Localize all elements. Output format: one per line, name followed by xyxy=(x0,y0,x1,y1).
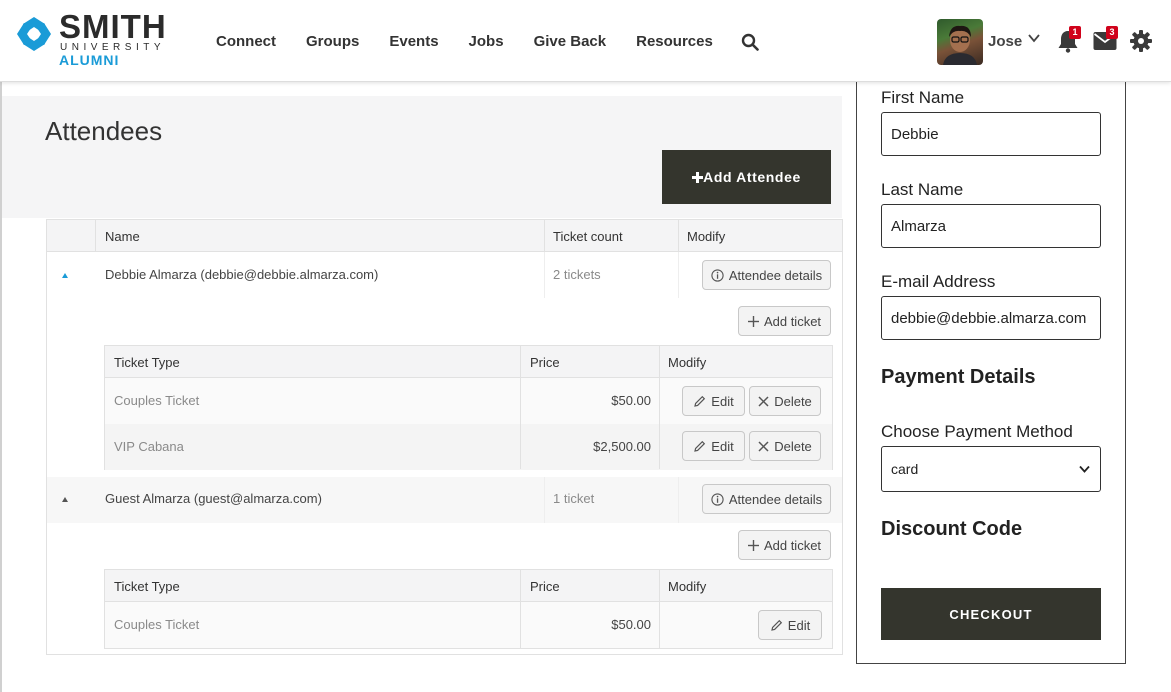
delete-label: Delete xyxy=(774,393,812,409)
pencil-icon xyxy=(694,440,706,452)
ticket-type: Couples Ticket xyxy=(114,393,200,408)
ticket-type: VIP Cabana xyxy=(114,439,184,454)
info-icon xyxy=(711,268,724,282)
chevron-down-icon xyxy=(1079,465,1090,473)
edit-ticket-button[interactable]: Edit xyxy=(682,386,745,416)
brand-alumni: ALUMNI xyxy=(59,52,120,68)
col-modify: Modify xyxy=(668,579,707,594)
gear-icon[interactable] xyxy=(1130,30,1152,52)
attendee-details-button[interactable]: Attendee details xyxy=(702,260,831,290)
site-header: SMITH UNIVERSITY ALUMNI Connect Groups E… xyxy=(0,0,1171,82)
attendee-details-label: Attendee details xyxy=(728,491,823,507)
attendees-table: Name Ticket count Modify Debbie Almarza … xyxy=(46,219,843,655)
edit-ticket-button[interactable]: Edit xyxy=(758,610,822,640)
tickets-table-header: Ticket Type Price Modify xyxy=(105,346,832,378)
add-attendee-label: Add Attendee xyxy=(703,169,801,185)
delete-label: Delete xyxy=(774,438,812,454)
ticket-price: $50.00 xyxy=(611,617,651,632)
nav-jobs[interactable]: Jobs xyxy=(469,33,504,50)
add-ticket-label: Add ticket xyxy=(763,313,822,329)
info-icon xyxy=(711,492,724,506)
tickets-table-header: Ticket Type Price Modify xyxy=(105,570,832,602)
email-field[interactable]: debbie@debbie.almarza.com xyxy=(881,296,1101,340)
col-modify: Modify xyxy=(687,229,726,244)
ticket-price: $50.00 xyxy=(611,393,651,408)
col-ticket-count: Ticket count xyxy=(553,229,623,244)
ticket-price: $2,500.00 xyxy=(593,439,651,454)
col-price: Price xyxy=(530,579,560,594)
edit-label: Edit xyxy=(711,393,734,409)
email-label: E-mail Address xyxy=(881,272,996,291)
add-ticket-button[interactable]: Add ticket xyxy=(738,306,831,336)
last-name-field[interactable]: Almarza xyxy=(881,204,1101,248)
ticket-count: 1 ticket xyxy=(553,491,595,506)
nav-resources[interactable]: Resources xyxy=(636,33,713,50)
ticket-row: Couples Ticket $50.00 xyxy=(105,602,832,648)
discount-code-heading: Discount Code xyxy=(881,518,1023,540)
first-name-field[interactable]: Debbie xyxy=(881,112,1101,156)
plus-icon xyxy=(692,171,704,183)
add-ticket-button[interactable]: Add ticket xyxy=(738,530,831,560)
nav-give-back[interactable]: Give Back xyxy=(534,33,607,50)
nav-groups[interactable]: Groups xyxy=(306,33,359,50)
payment-method-select[interactable]: card xyxy=(881,446,1101,492)
add-attendee-button[interactable]: Add Attendee xyxy=(662,150,831,204)
nav-connect[interactable]: Connect xyxy=(216,33,276,50)
collapse-toggle-icon[interactable] xyxy=(62,497,68,502)
edit-label: Edit xyxy=(787,617,811,633)
col-ticket-type: Ticket Type xyxy=(114,355,180,370)
ticket-count: 2 tickets xyxy=(553,267,601,282)
attendee-name: Debbie Almarza (debbie@debbie.almarza.co… xyxy=(105,267,379,282)
edit-ticket-button[interactable]: Edit xyxy=(682,431,745,461)
col-ticket-type: Ticket Type xyxy=(114,579,180,594)
avatar-face-icon xyxy=(943,25,977,65)
message-badge: 3 xyxy=(1106,26,1118,39)
main-nav: Connect Groups Events Jobs Give Back Res… xyxy=(216,33,743,50)
attendee-details-button[interactable]: Attendee details xyxy=(702,484,831,514)
checkout-button[interactable]: CHECKOUT xyxy=(881,588,1101,640)
delete-ticket-button[interactable]: Delete xyxy=(749,431,821,461)
ticket-type: Couples Ticket xyxy=(114,617,200,632)
col-price: Price xyxy=(530,355,560,370)
smith-logo-icon[interactable] xyxy=(15,15,53,53)
attendee-name: Guest Almarza (guest@almarza.com) xyxy=(105,491,322,506)
payment-method-label: Choose Payment Method xyxy=(881,422,1073,441)
add-ticket-label: Add ticket xyxy=(763,537,822,553)
pencil-icon xyxy=(694,395,706,407)
nav-events[interactable]: Events xyxy=(389,33,438,50)
edit-label: Edit xyxy=(711,438,734,454)
tickets-table: Ticket Type Price Modify Couples Ticket … xyxy=(104,569,833,649)
close-icon xyxy=(758,440,769,452)
attendees-table-header: Name Ticket count Modify xyxy=(47,220,842,252)
col-modify: Modify xyxy=(668,355,707,370)
first-name-label: First Name xyxy=(881,88,965,107)
plus-icon xyxy=(747,539,759,551)
notification-badge: 1 xyxy=(1069,26,1081,39)
chevron-down-icon[interactable] xyxy=(1027,32,1041,44)
attendees-title: Attendees xyxy=(45,116,163,146)
search-icon[interactable] xyxy=(741,33,759,51)
payment-method-value: card xyxy=(891,461,919,477)
attendee-details-label: Attendee details xyxy=(728,267,823,283)
close-icon xyxy=(758,395,769,407)
col-name: Name xyxy=(105,229,140,244)
collapse-toggle-icon[interactable] xyxy=(62,273,68,278)
pencil-icon xyxy=(770,619,782,631)
last-name-label: Last Name xyxy=(881,180,964,199)
brand-name: SMITH xyxy=(59,8,167,45)
plus-icon xyxy=(747,315,759,327)
payment-details-heading: Payment Details xyxy=(881,366,1036,388)
tickets-table: Ticket Type Price Modify Couples Ticket … xyxy=(104,345,833,470)
user-avatar[interactable] xyxy=(937,19,983,65)
user-name[interactable]: Jose xyxy=(988,33,1022,50)
delete-ticket-button[interactable]: Delete xyxy=(749,386,821,416)
